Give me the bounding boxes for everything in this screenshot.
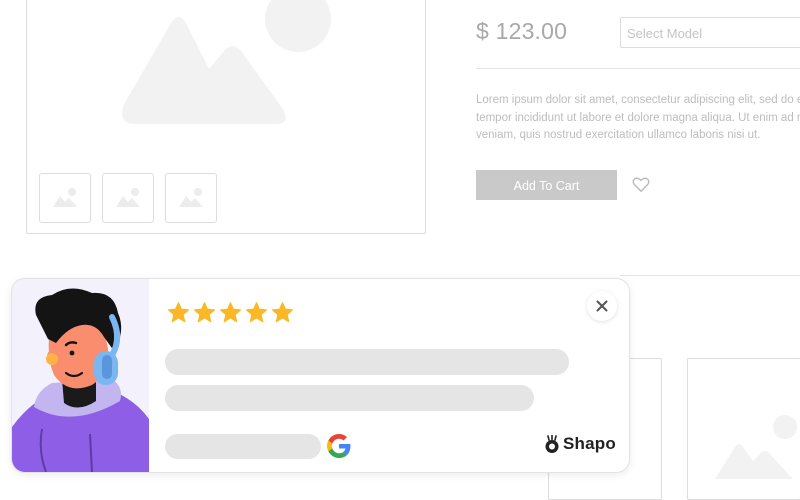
description-line: veniam, quis nostrud exercitation ullamc… bbox=[476, 129, 761, 141]
close-button[interactable] bbox=[587, 291, 617, 321]
image-placeholder-icon bbox=[179, 188, 203, 207]
review-text-placeholder bbox=[165, 385, 534, 411]
star-icon bbox=[167, 302, 190, 323]
avatar-illustration bbox=[12, 288, 149, 472]
star-icon bbox=[193, 302, 216, 323]
product-gallery bbox=[26, 0, 426, 234]
main-image-placeholder-icon bbox=[122, 0, 331, 124]
thumbnail-2[interactable] bbox=[102, 173, 154, 223]
divider bbox=[476, 68, 800, 69]
heart-icon[interactable] bbox=[632, 176, 650, 193]
divider bbox=[620, 275, 800, 276]
image-placeholder-icon bbox=[116, 188, 140, 207]
star-icon bbox=[219, 302, 242, 323]
reviewer-name-placeholder bbox=[165, 434, 321, 459]
shapo-logo-icon bbox=[545, 434, 559, 453]
product-price: $ 123.00 bbox=[476, 18, 568, 44]
product-description: Lorem ipsum dolor sit amet, consectetur … bbox=[476, 92, 800, 145]
avatar bbox=[12, 279, 149, 472]
review-popup: Shapo bbox=[11, 278, 630, 473]
close-icon bbox=[596, 300, 608, 312]
star-icon bbox=[245, 302, 268, 323]
image-placeholder-icon bbox=[53, 188, 77, 207]
thumbnail-3[interactable] bbox=[165, 173, 217, 223]
model-select[interactable]: Select Model bbox=[620, 17, 800, 48]
related-product-card[interactable] bbox=[687, 358, 800, 500]
description-line: Lorem ipsum dolor sit amet, consectetur … bbox=[476, 94, 800, 106]
add-to-cart-button[interactable]: Add To Cart bbox=[476, 170, 617, 200]
star-icon bbox=[271, 302, 294, 323]
brand-logo[interactable]: Shapo bbox=[544, 434, 616, 454]
image-placeholder-icon bbox=[715, 415, 797, 479]
description-line: tempor incididunt ut labore et dolore ma… bbox=[476, 111, 800, 124]
review-text-placeholder bbox=[165, 349, 569, 375]
thumbnail-1[interactable] bbox=[39, 173, 91, 223]
star-rating bbox=[167, 301, 294, 324]
brand-name: Shapo bbox=[563, 434, 616, 453]
google-icon bbox=[327, 434, 351, 458]
